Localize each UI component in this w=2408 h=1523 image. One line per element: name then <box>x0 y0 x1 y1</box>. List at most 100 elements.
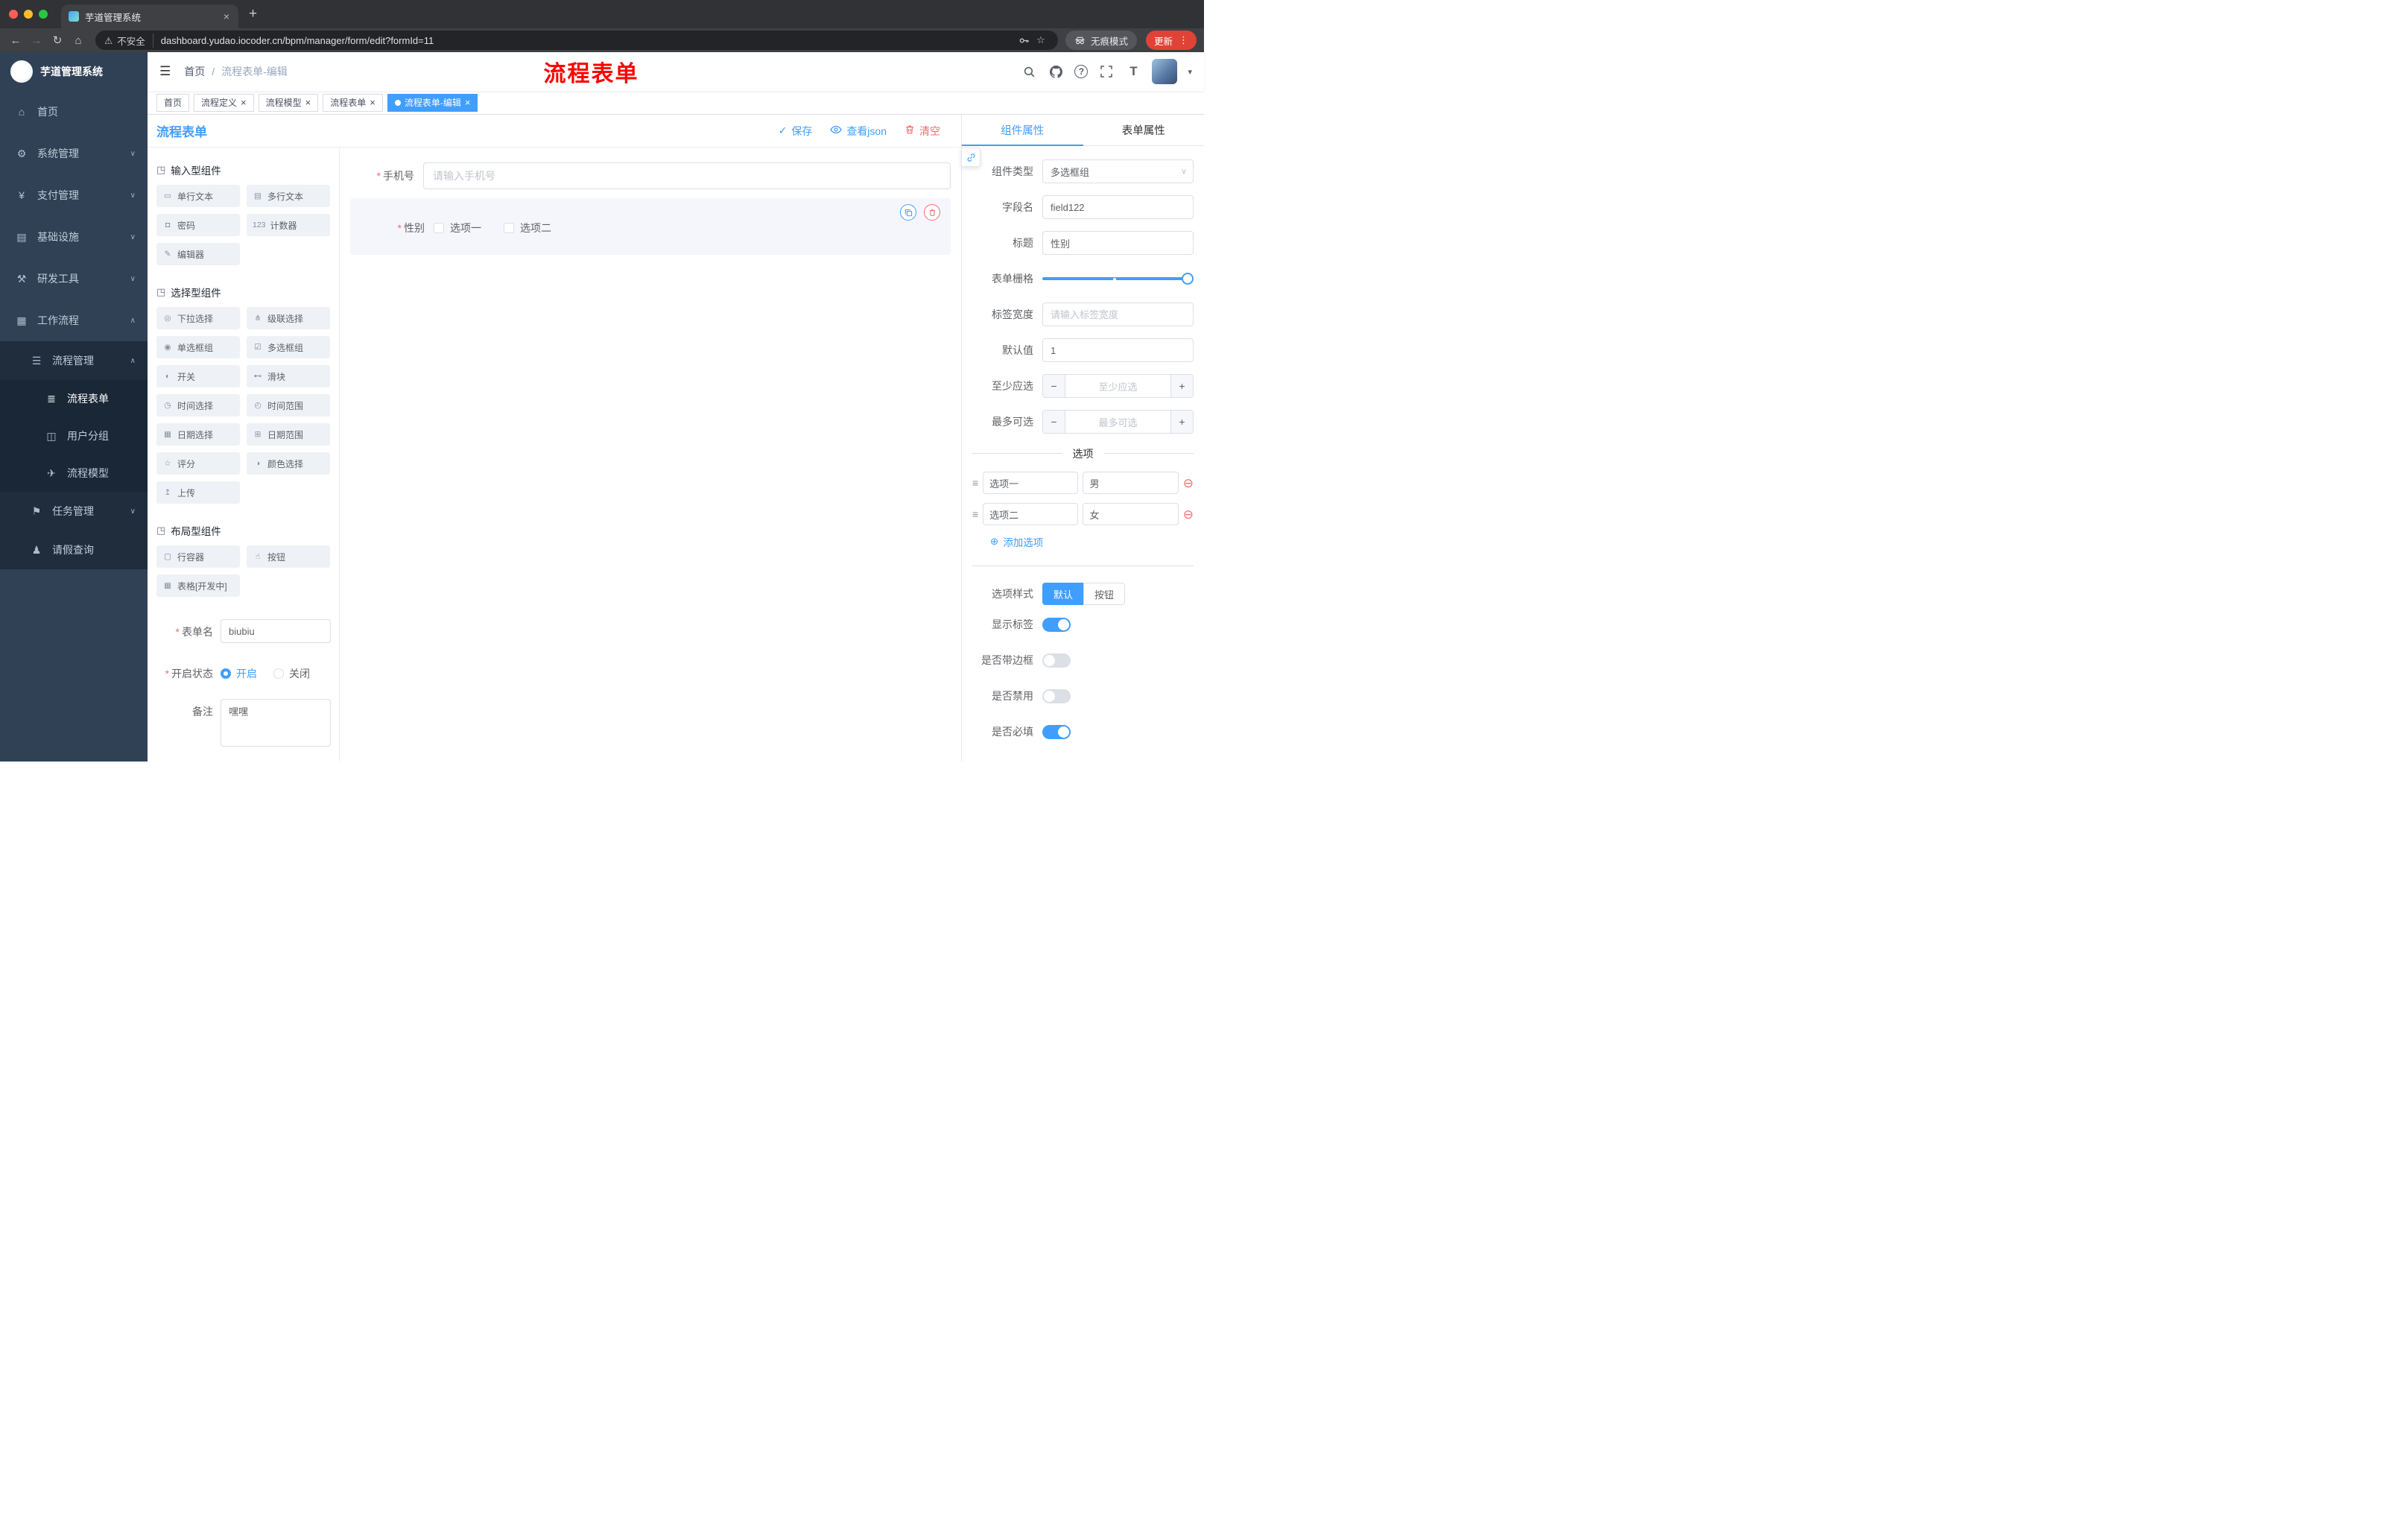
font-size-icon[interactable]: T <box>1125 63 1141 80</box>
palette-component[interactable]: ▦ 日期选择 <box>156 423 240 446</box>
palette-component[interactable]: ▭ 单行文本 <box>156 185 240 207</box>
checkbox-option[interactable]: 选项二 <box>504 221 551 235</box>
palette-component[interactable]: ☑ 多选框组 <box>247 336 330 358</box>
remark-textarea[interactable] <box>221 699 331 747</box>
help-icon[interactable]: ? <box>1074 65 1089 78</box>
address-bar[interactable]: ⚠ 不安全 dashboard.yudao.iocoder.cn/bpm/man… <box>95 31 1058 50</box>
decrease-button[interactable]: − <box>1043 375 1065 397</box>
option-name-input[interactable] <box>983 503 1079 525</box>
form-name-input[interactable] <box>221 619 331 643</box>
palette-component[interactable]: ☆ 评分 <box>156 452 240 475</box>
checkbox-option[interactable]: 选项一 <box>434 221 481 235</box>
back-icon[interactable]: ← <box>6 31 25 50</box>
add-option-button[interactable]: ⊕ 添加选项 <box>990 534 1194 549</box>
palette-component[interactable]: ⊞ 日期范围 <box>247 423 330 446</box>
palette-component[interactable]: ✎ 编辑器 <box>156 243 240 265</box>
password-key-icon[interactable] <box>1016 32 1033 48</box>
palette-component[interactable]: ◐ 开关 <box>156 365 240 387</box>
browser-tab[interactable]: 芋道管理系统 × <box>61 4 238 28</box>
gender-field-selected[interactable]: * 性别 选项一 选项二 <box>350 198 951 255</box>
clear-button[interactable]: 清空 <box>904 124 940 139</box>
slider-track[interactable] <box>1042 277 1192 280</box>
sidebar-menu-item[interactable]: ▤ 基础设施 ∨ <box>0 216 148 258</box>
component-type-select[interactable]: ∨ <box>1042 159 1194 183</box>
palette-component[interactable]: ◉ 单选框组 <box>156 336 240 358</box>
toggle-switch[interactable] <box>1042 688 1071 703</box>
tag[interactable]: 流程模型 <box>258 93 319 112</box>
tag[interactable]: 流程定义 <box>194 93 254 112</box>
close-window-button[interactable] <box>9 10 18 19</box>
tag[interactable]: 流程表单-编辑 <box>387 93 478 112</box>
tag-close-icon[interactable] <box>465 98 471 107</box>
min-select-value[interactable]: 至少应选 <box>1065 375 1170 397</box>
sidebar-menu-item[interactable]: ◫ 用户分组 <box>0 417 148 455</box>
bookmark-star-icon[interactable]: ☆ <box>1033 32 1049 48</box>
minimize-window-button[interactable] <box>24 10 33 19</box>
increase-button[interactable]: + <box>1170 375 1193 397</box>
toggle-switch[interactable] <box>1042 724 1071 739</box>
default-value-input[interactable] <box>1042 338 1194 362</box>
sidebar-menu-item[interactable]: ⚙ 系统管理 ∨ <box>0 133 148 174</box>
tag-close-icon[interactable] <box>305 98 311 107</box>
palette-component[interactable]: 123 计数器 <box>247 214 330 236</box>
palette-component[interactable]: ◴ 时间范围 <box>247 394 330 417</box>
palette-component[interactable]: ◑ 颜色选择 <box>247 452 330 475</box>
url-text[interactable]: dashboard.yudao.iocoder.cn/bpm/manager/f… <box>161 35 1016 46</box>
forward-icon[interactable]: → <box>27 31 46 50</box>
max-select-value[interactable]: 最多可选 <box>1065 411 1170 433</box>
drag-handle-icon[interactable] <box>972 477 978 489</box>
browser-menu-icon[interactable]: ⋮ <box>1179 34 1188 46</box>
sidebar-menu-item[interactable]: ⚒ 研发工具 ∨ <box>0 258 148 300</box>
zoom-window-button[interactable] <box>39 10 48 19</box>
status-on-radio[interactable]: 开启 <box>221 666 257 681</box>
hamburger-icon[interactable]: ☰ <box>159 64 171 79</box>
slider-handle[interactable] <box>1182 273 1194 285</box>
decrease-button[interactable]: − <box>1043 411 1065 433</box>
palette-component[interactable]: ▢ 行容器 <box>156 545 240 568</box>
delete-field-button[interactable] <box>924 204 940 221</box>
tag-close-icon[interactable] <box>370 98 376 107</box>
sidebar-menu-item[interactable]: ⌂ 首页 <box>0 91 148 133</box>
copy-field-button[interactable] <box>900 204 916 221</box>
palette-component[interactable]: ▦ 表格[开发中] <box>156 574 240 597</box>
palette-component[interactable]: ⋔ 级联选择 <box>247 307 330 329</box>
update-button[interactable]: 更新 ⋮ <box>1145 31 1197 50</box>
form-grid-slider[interactable] <box>1042 267 1194 291</box>
sidebar-menu-item[interactable]: ≣ 流程表单 <box>0 380 148 417</box>
checkbox[interactable] <box>504 223 514 233</box>
increase-button[interactable]: + <box>1170 411 1193 433</box>
drag-handle-icon[interactable] <box>972 508 978 520</box>
checkbox[interactable] <box>434 223 444 233</box>
sidebar-menu-item[interactable]: ✈ 流程模型 <box>0 455 148 492</box>
tag[interactable]: 流程表单 <box>323 93 383 112</box>
phone-input[interactable] <box>423 162 951 189</box>
form-canvas[interactable]: * 手机号 请输入手机号 * 性别 选项一 选项二 <box>340 148 961 762</box>
status-off-radio[interactable]: 关闭 <box>273 666 310 681</box>
save-button[interactable]: ✓ 保存 <box>779 124 813 139</box>
field-name-input[interactable] <box>1042 195 1194 219</box>
reload-icon[interactable]: ↻ <box>48 31 67 50</box>
remove-option-icon[interactable] <box>1183 508 1194 521</box>
max-select-stepper[interactable]: − 最多可选 + <box>1042 410 1194 434</box>
title-input[interactable] <box>1042 231 1194 255</box>
toggle-switch[interactable] <box>1042 617 1071 632</box>
option-value-input[interactable] <box>1083 472 1179 494</box>
palette-component[interactable]: ◎ 下拉选择 <box>156 307 240 329</box>
style-button-button[interactable]: 按钮 <box>1083 583 1126 605</box>
fullscreen-icon[interactable] <box>1098 63 1115 80</box>
option-name-input[interactable] <box>983 472 1079 494</box>
toggle-switch[interactable] <box>1042 653 1071 668</box>
palette-component[interactable]: ◘ 密码 <box>156 214 240 236</box>
home-icon[interactable]: ⌂ <box>69 31 88 50</box>
tag[interactable]: 首页 <box>156 93 190 112</box>
tab-form-props[interactable]: 表单属性 <box>1083 115 1205 145</box>
palette-component[interactable]: ▤ 多行文本 <box>247 185 330 207</box>
phone-field[interactable]: * 手机号 <box>350 162 951 189</box>
search-icon[interactable] <box>1021 63 1037 80</box>
label-width-input[interactable] <box>1042 303 1194 326</box>
tab-component-props[interactable]: 组件属性 <box>962 115 1083 146</box>
component-type-value[interactable] <box>1042 159 1194 183</box>
min-select-stepper[interactable]: − 至少应选 + <box>1042 374 1194 398</box>
option-value-input[interactable] <box>1083 503 1179 525</box>
avatar-caret-icon[interactable]: ▾ <box>1188 67 1192 77</box>
